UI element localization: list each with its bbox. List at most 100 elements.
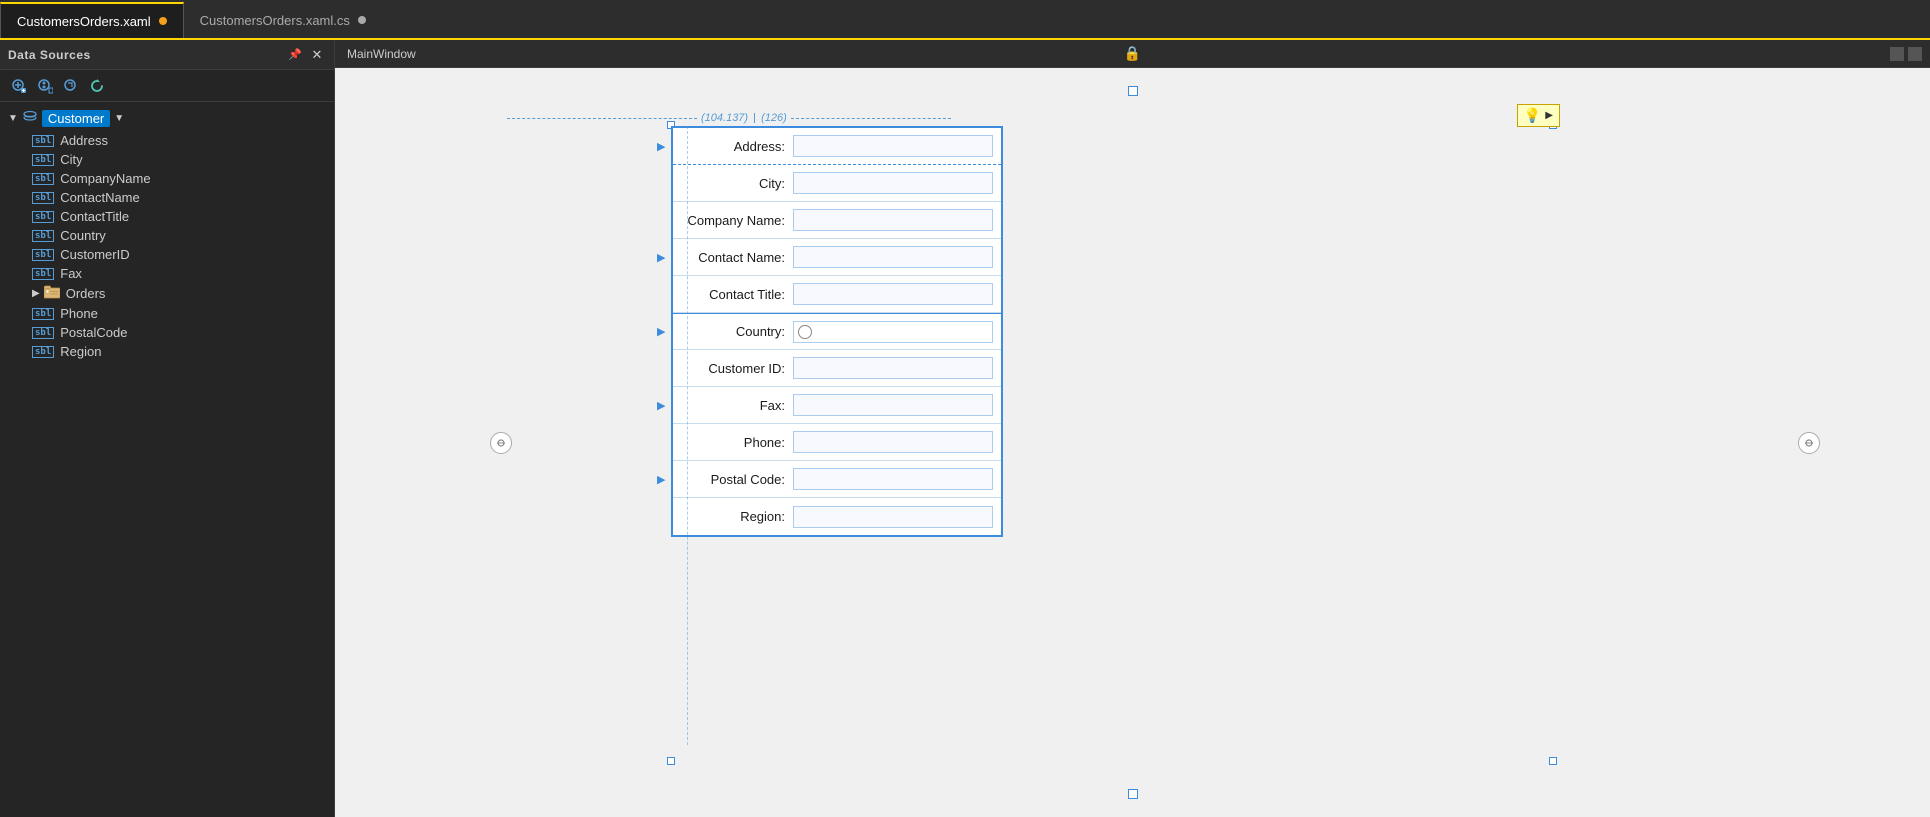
customer-dropdown-arrow[interactable]: ▼ [114, 113, 124, 124]
tree-item-orders[interactable]: ▶ Orders [24, 283, 334, 304]
field-label-country: Country [60, 228, 106, 243]
input-contactname[interactable] [793, 246, 993, 268]
tab-cs-label: CustomersOrders.xaml.cs [200, 13, 350, 28]
panel-header: Data Sources 📌 ✕ [0, 40, 334, 70]
tree-item-customerid[interactable]: sbl CustomerID [24, 245, 334, 264]
tree-item-postalcode[interactable]: sbl PostalCode [24, 323, 334, 342]
label-city: City: [673, 172, 793, 195]
field-icon-companyname: sbl [32, 173, 54, 185]
field-icon-phone: sbl [32, 308, 54, 320]
input-region[interactable] [793, 506, 993, 528]
refresh-button[interactable] [86, 75, 108, 97]
tree-item-contactname[interactable]: sbl ContactName [24, 188, 334, 207]
smart-tag-arrow-icon: ▶ [1545, 110, 1553, 121]
input-address[interactable] [793, 135, 993, 157]
folder-icon-orders [44, 285, 60, 302]
label-address: Address: [673, 135, 793, 158]
tree-item-address[interactable]: sbl Address [24, 131, 334, 150]
window-header: MainWindow 🔒 [335, 40, 1930, 68]
form-row-postalcode: ▶ Postal Code: [673, 461, 1001, 498]
database-icon [22, 109, 38, 128]
tab-xaml[interactable]: CustomersOrders.xaml [0, 2, 184, 38]
tab-cs[interactable]: CustomersOrders.xaml.cs [184, 2, 382, 38]
tree-item-city[interactable]: sbl City [24, 150, 334, 169]
expand-arrow-orders: ▶ [32, 288, 40, 299]
field-icon-customerid: sbl [32, 249, 54, 261]
measure-line-left [507, 118, 697, 119]
field-icon-fax: sbl [32, 268, 54, 280]
measure-sep [754, 113, 755, 123]
win-ctrl-2 [1908, 47, 1922, 61]
form-row-contactname: ▶ Contact Name: [673, 239, 1001, 276]
tab-cs-saved-dot [358, 16, 366, 24]
form-row-region: Region: [673, 498, 1001, 535]
pin-icon[interactable]: 📌 [286, 46, 304, 64]
tree-item-companyname[interactable]: sbl CompanyName [24, 169, 334, 188]
tree-area: ▼ Customer ▼ sbl Address [0, 102, 334, 817]
toolbar [0, 70, 334, 102]
form-row-companyname: Company Name: [673, 202, 1001, 239]
field-label-address: Address [60, 133, 108, 148]
radio-country[interactable] [798, 325, 812, 339]
field-label-city: City [60, 152, 82, 167]
canvas-wrapper: 💡 ▶ (104.137) (126) ▶ Address [335, 68, 1930, 817]
measure-label-left: (104.137) [701, 112, 748, 124]
label-contactname: Contact Name: [673, 246, 793, 269]
label-region: Region: [673, 505, 793, 528]
row-arrow-postalcode: ▶ [657, 473, 665, 486]
field-label-phone: Phone [60, 306, 98, 321]
tree-item-fax[interactable]: sbl Fax [24, 264, 334, 283]
field-label-postalcode: PostalCode [60, 325, 127, 340]
input-fax[interactable] [793, 394, 993, 416]
tree-item-contacttitle[interactable]: sbl ContactTitle [24, 207, 334, 226]
form-row-phone: Phone: [673, 424, 1001, 461]
field-label-fax: Fax [60, 266, 82, 281]
add-datasource-button[interactable] [8, 75, 30, 97]
top-center-handle[interactable] [1128, 86, 1138, 96]
tree-item-region[interactable]: sbl Region [24, 342, 334, 361]
form-row-city: City: [673, 165, 1001, 202]
field-icon-postalcode: sbl [32, 327, 54, 339]
measure-line-right [791, 118, 951, 119]
label-country: Country: [673, 320, 793, 343]
sel-handle-br[interactable] [1549, 757, 1557, 765]
customer-node-label: Customer [42, 110, 110, 127]
tree-item-country[interactable]: sbl Country [24, 226, 334, 245]
win-ctrl-1 [1890, 47, 1904, 61]
field-label-orders: Orders [66, 286, 106, 301]
field-label-customerid: CustomerID [60, 247, 129, 262]
close-panel-icon[interactable]: ✕ [308, 46, 326, 64]
field-label-contactname: ContactName [60, 190, 139, 205]
input-phone[interactable] [793, 431, 993, 453]
field-icon-region: sbl [32, 346, 54, 358]
measure-left-group: (104.137) (126) [507, 112, 951, 124]
label-contacttitle: Contact Title: [673, 283, 793, 306]
input-postalcode[interactable] [793, 468, 993, 490]
input-customerid[interactable] [793, 357, 993, 379]
edit-datasource-button[interactable] [34, 75, 56, 97]
left-panel: Data Sources 📌 ✕ [0, 40, 335, 817]
tab-xaml-modified-dot [159, 17, 167, 25]
input-contacttitle[interactable] [793, 283, 993, 305]
input-city[interactable] [793, 172, 993, 194]
bottom-center-handle[interactable] [1128, 789, 1138, 799]
resize-handle-right[interactable] [1798, 432, 1820, 454]
sel-handle-bl[interactable] [667, 757, 675, 765]
window-title: MainWindow [347, 47, 416, 61]
input-companyname[interactable] [793, 209, 993, 231]
row-arrow-country: ▶ [657, 325, 665, 338]
expand-arrow-customer: ▼ [8, 113, 18, 124]
lock-icon: 🔒 [1124, 45, 1141, 62]
smart-tag[interactable]: 💡 ▶ [1517, 104, 1560, 127]
tree-children: sbl Address sbl City sbl CompanyName sbl… [0, 131, 334, 361]
label-companyname: Company Name: [673, 209, 793, 232]
tree-root-customer[interactable]: ▼ Customer ▼ [0, 106, 334, 131]
field-icon-address: sbl [32, 135, 54, 147]
label-fax: Fax: [673, 394, 793, 417]
resize-handle-left[interactable] [490, 432, 512, 454]
tree-item-phone[interactable]: sbl Phone [24, 304, 334, 323]
refresh-schema-button[interactable] [60, 75, 82, 97]
form-row-contacttitle: Contact Title: [673, 276, 1001, 313]
field-label-companyname: CompanyName [60, 171, 150, 186]
form-row-address: ▶ Address: [673, 128, 1001, 165]
